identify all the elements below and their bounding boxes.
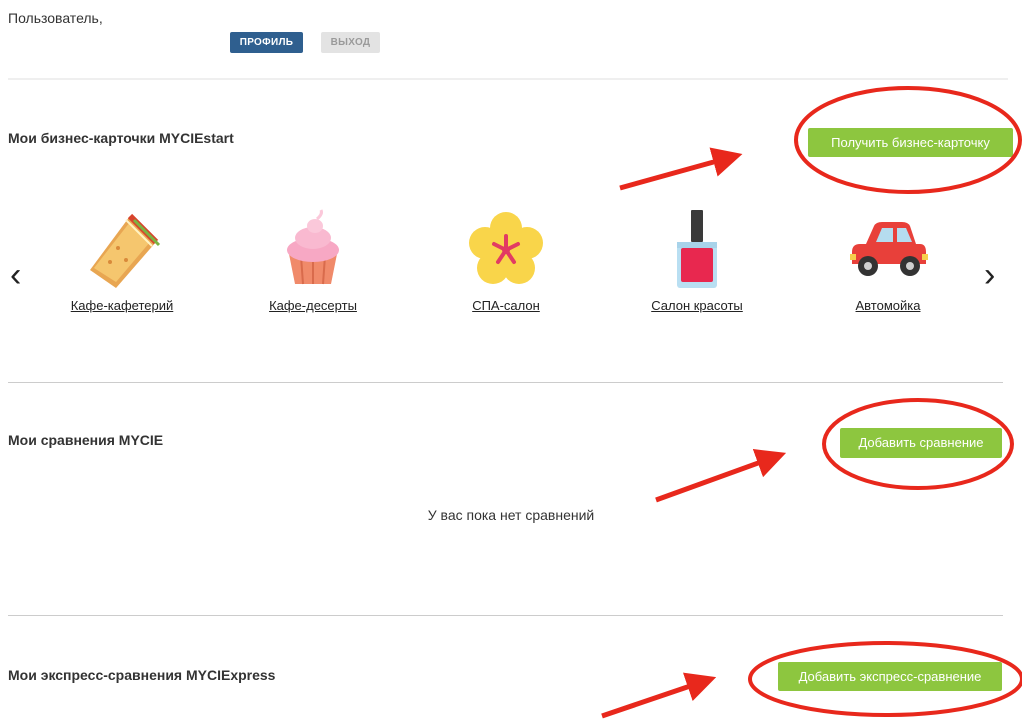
annotation-overlay xyxy=(601,86,1022,719)
user-greeting: Пользователь, xyxy=(8,10,103,26)
business-card-item[interactable]: Кафе-десерты xyxy=(238,208,388,313)
sandwich-icon xyxy=(90,213,161,288)
section-divider xyxy=(8,382,1003,383)
annotation-arrow xyxy=(619,147,743,191)
business-card-label[interactable]: Кафе-десерты xyxy=(238,298,388,313)
carousel-prev-arrow[interactable]: ‹ xyxy=(10,258,21,292)
annotation-arrow xyxy=(655,449,787,503)
header-divider xyxy=(8,78,1008,80)
cupcake-icon xyxy=(287,209,339,285)
get-business-card-button[interactable]: Получить бизнес-карточку xyxy=(808,128,1013,157)
add-express-comparison-button[interactable]: Добавить экспресс-сравнение xyxy=(778,662,1002,691)
express-comparisons-title: Мои экспресс-сравнения MYCIExpress xyxy=(8,667,276,683)
section-divider xyxy=(8,615,1003,616)
logout-button[interactable]: ВЫХОД xyxy=(321,32,380,53)
business-card-label[interactable]: Кафе-кафетерий xyxy=(47,298,197,313)
business-card-item[interactable]: Салон красоты xyxy=(622,208,772,313)
business-card-item[interactable]: СПА-салон xyxy=(431,208,581,313)
comparisons-title: Мои сравнения MYCIE xyxy=(8,432,164,448)
business-card-label[interactable]: Салон красоты xyxy=(622,298,772,313)
annotation-arrow xyxy=(601,672,717,719)
business-card-label[interactable]: Автомойка xyxy=(813,298,963,313)
nail-polish-icon xyxy=(677,210,717,288)
car-icon xyxy=(850,222,928,276)
business-card-label[interactable]: СПА-салон xyxy=(431,298,581,313)
carousel-next-arrow[interactable]: › xyxy=(984,258,995,292)
business-card-item[interactable]: Автомойка xyxy=(813,208,963,313)
add-comparison-button[interactable]: Добавить сравнение xyxy=(840,428,1002,458)
profile-button[interactable]: ПРОФИЛЬ xyxy=(230,32,303,53)
flower-icon xyxy=(469,212,543,284)
business-cards-title: Мои бизнес-карточки MYCIEstart xyxy=(8,130,234,146)
business-card-item[interactable]: Кафе-кафетерий xyxy=(47,208,197,313)
empty-comparisons-message: У вас пока нет сравнений xyxy=(427,507,595,523)
